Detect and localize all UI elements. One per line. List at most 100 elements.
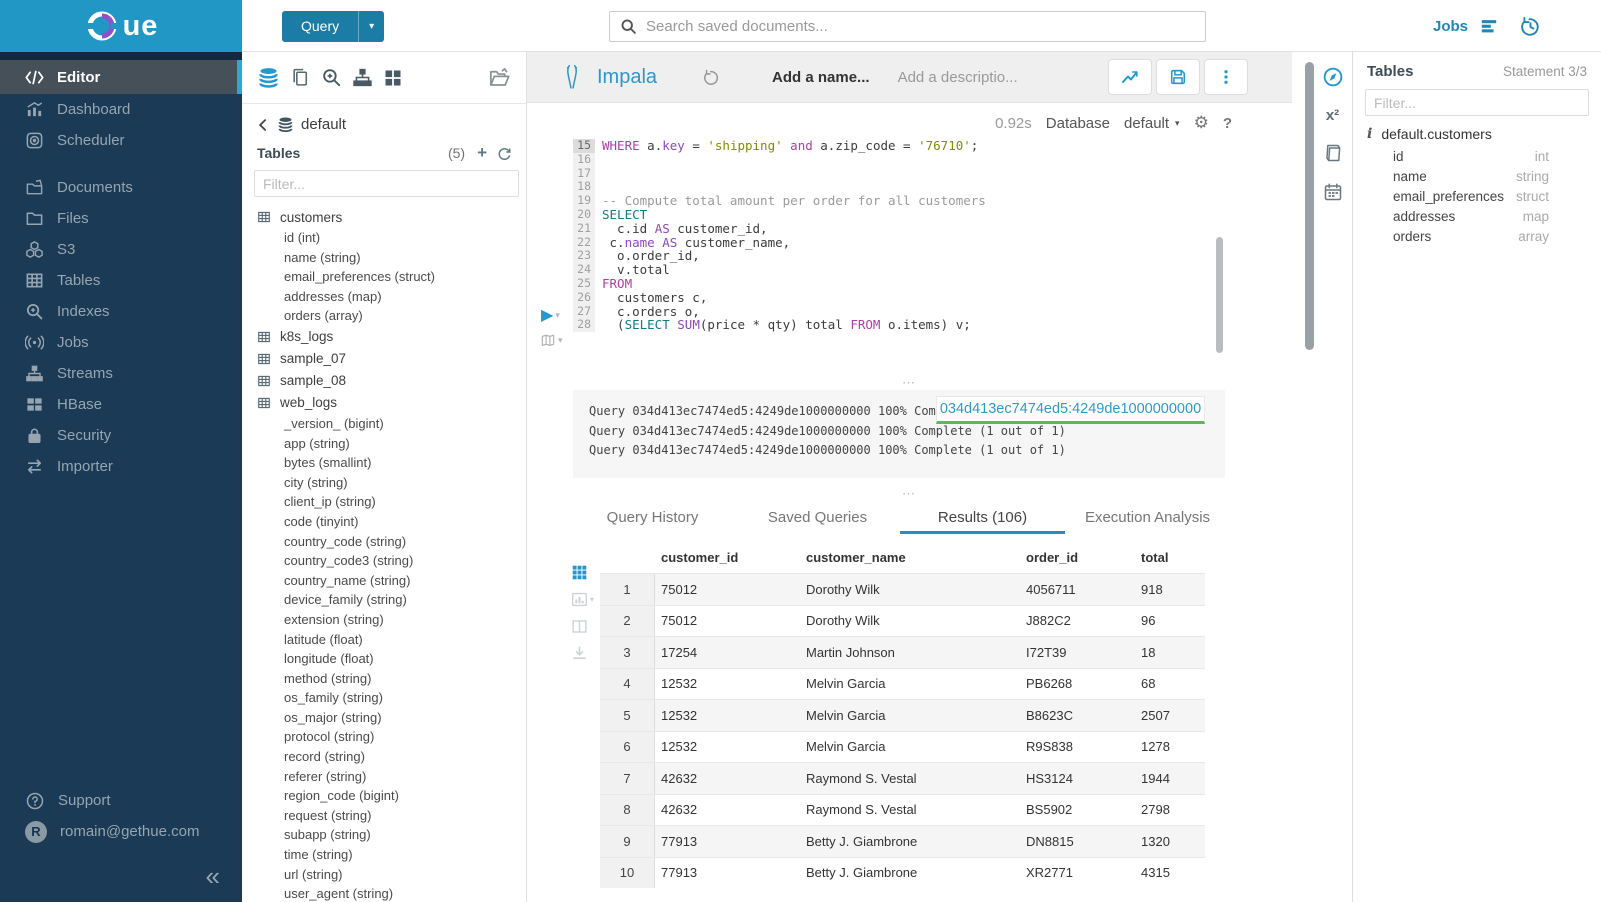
assist-column[interactable]: city (string) bbox=[254, 473, 516, 493]
schedule-icon[interactable] bbox=[1323, 182, 1343, 202]
more-actions-button[interactable] bbox=[1204, 59, 1248, 95]
table-row[interactable]: 1077913Betty J. GiambroneXR27714315 bbox=[600, 857, 1205, 889]
sitemap-icon[interactable] bbox=[352, 67, 373, 88]
language-reference-icon[interactable] bbox=[1323, 143, 1343, 163]
open-folder-icon[interactable] bbox=[488, 66, 511, 89]
nav-item-indexes[interactable]: Indexes bbox=[0, 296, 242, 327]
current-database[interactable]: default bbox=[301, 116, 346, 133]
column-header-customer-id[interactable]: customer_id bbox=[655, 550, 800, 565]
query-dropdown-caret[interactable]: ▾ bbox=[358, 11, 384, 42]
assist-column[interactable]: request (string) bbox=[254, 806, 516, 826]
nav-item-scheduler[interactable]: Scheduler bbox=[0, 125, 242, 156]
editor-scrollbar[interactable] bbox=[1216, 237, 1223, 353]
assist-column[interactable]: os_major (string) bbox=[254, 708, 516, 728]
resize-handle-bottom[interactable]: ⋯ bbox=[527, 486, 1292, 502]
query-history-icon[interactable] bbox=[1520, 16, 1541, 37]
column-header-order-id[interactable]: order_id bbox=[1020, 550, 1135, 565]
assist-column[interactable]: time (string) bbox=[254, 845, 516, 865]
new-query-button[interactable]: Query ▾ bbox=[282, 11, 384, 42]
nav-item-s3[interactable]: S3 bbox=[0, 234, 242, 265]
database-selector[interactable]: default bbox=[1124, 115, 1169, 132]
table-row[interactable]: 742632Raymond S. VestalHS31241944 bbox=[600, 762, 1205, 794]
table-row[interactable]: 612532Melvin GarciaR9S8381278 bbox=[600, 731, 1205, 763]
settings-gear-icon[interactable]: ⚙ bbox=[1194, 113, 1209, 133]
panel-column-id[interactable]: idint bbox=[1365, 146, 1589, 166]
table-row[interactable]: 512532Melvin GarciaB8623C2507 bbox=[600, 699, 1205, 731]
main-scrollbar[interactable] bbox=[1305, 62, 1314, 350]
code-line-25[interactable]: 25FROM bbox=[573, 277, 986, 291]
assist-column[interactable]: email_preferences (struct) bbox=[254, 267, 516, 287]
code-line-18[interactable]: 18 bbox=[573, 180, 986, 194]
download-results-button[interactable] bbox=[571, 645, 594, 662]
assist-column[interactable]: _version_ (bigint) bbox=[254, 414, 516, 434]
chart-type-caret-icon[interactable]: ▾ bbox=[590, 595, 594, 604]
query-id-tooltip[interactable]: 034d413ec7474ed5:4249de1000000000 bbox=[936, 396, 1205, 424]
functions-icon[interactable]: x² bbox=[1326, 107, 1339, 124]
assist-column[interactable]: client_ip (string) bbox=[254, 492, 516, 512]
hue-logo[interactable]: ue bbox=[0, 0, 242, 52]
back-chevron-icon[interactable] bbox=[256, 118, 270, 132]
assist-column[interactable]: app (string) bbox=[254, 434, 516, 454]
table-info-icon[interactable]: i bbox=[1367, 126, 1372, 142]
search-zoom-icon[interactable] bbox=[321, 67, 342, 88]
assist-column[interactable]: bytes (smallint) bbox=[254, 453, 516, 473]
assist-column[interactable]: longitude (float) bbox=[254, 649, 516, 669]
assist-table-sample-08[interactable]: sample_08 bbox=[254, 370, 516, 392]
engine-title[interactable]: Impala bbox=[597, 66, 657, 89]
nav-item-user[interactable]: R romain@gethue.com bbox=[0, 816, 242, 847]
panel-column-name[interactable]: namestring bbox=[1365, 166, 1589, 186]
code-line-20[interactable]: 20SELECT bbox=[573, 208, 986, 222]
assist-column[interactable]: country_name (string) bbox=[254, 571, 516, 591]
nav-item-security[interactable]: Security bbox=[0, 420, 242, 451]
execute-caret-icon[interactable]: ▾ bbox=[555, 310, 560, 321]
assist-column[interactable]: subapp (string) bbox=[254, 825, 516, 845]
assist-table-web-logs[interactable]: web_logs bbox=[254, 392, 516, 414]
query-name-field[interactable]: Add a name... bbox=[772, 69, 870, 86]
assist-column[interactable]: extension (string) bbox=[254, 610, 516, 630]
save-button[interactable] bbox=[1156, 59, 1200, 95]
nav-item-documents[interactable]: Documents bbox=[0, 172, 242, 203]
chart-button[interactable] bbox=[1108, 59, 1152, 95]
nav-item-dashboard[interactable]: Dashboard bbox=[0, 94, 242, 125]
help-question-icon[interactable]: ? bbox=[1223, 115, 1232, 132]
assist-column[interactable]: id (int) bbox=[254, 228, 516, 248]
tab-query-history[interactable]: Query History bbox=[570, 505, 735, 534]
assist-column[interactable]: code (tinyint) bbox=[254, 512, 516, 532]
columns-view-button[interactable] bbox=[571, 618, 594, 635]
code-line-17[interactable]: 17 bbox=[573, 167, 986, 181]
active-table-row[interactable]: i default.customers bbox=[1365, 116, 1589, 146]
code-line-15[interactable]: 15WHERE a.key = 'shipping' and a.zip_cod… bbox=[573, 139, 986, 153]
nav-item-importer[interactable]: Importer bbox=[0, 451, 242, 482]
tab-results-106-[interactable]: Results (106) bbox=[900, 505, 1065, 534]
code-line-23[interactable]: 23 o.order_id, bbox=[573, 249, 986, 263]
assist-column[interactable]: os_family (string) bbox=[254, 688, 516, 708]
assist-column[interactable]: region_code (bigint) bbox=[254, 786, 516, 806]
resize-handle-top[interactable]: ⋯ bbox=[527, 375, 1292, 391]
nav-item-jobs[interactable]: Jobs bbox=[0, 327, 242, 358]
assist-table-customers[interactable]: customers bbox=[254, 206, 516, 228]
column-header-total[interactable]: total bbox=[1135, 550, 1205, 565]
table-row[interactable]: 175012Dorothy Wilk4056711918 bbox=[600, 573, 1205, 605]
apps-grid-icon[interactable] bbox=[383, 68, 403, 88]
presentation-mode-button[interactable]: ▾ bbox=[540, 333, 563, 348]
panel-column-addresses[interactable]: addressesmap bbox=[1365, 207, 1589, 227]
book-caret-icon[interactable]: ▾ bbox=[558, 335, 563, 346]
database-caret-icon[interactable]: ▾ bbox=[1175, 118, 1180, 129]
search-input[interactable] bbox=[646, 18, 1195, 35]
assist-column[interactable]: latitude (float) bbox=[254, 630, 516, 650]
table-row[interactable]: 412532Melvin GarciaPB626868 bbox=[600, 668, 1205, 700]
panel-column-email-preferences[interactable]: email_preferencesstruct bbox=[1365, 186, 1589, 206]
jobs-link[interactable]: Jobs bbox=[1433, 18, 1468, 35]
assist-column[interactable]: protocol (string) bbox=[254, 727, 516, 747]
nav-item-files[interactable]: Files bbox=[0, 203, 242, 234]
query-button-label[interactable]: Query bbox=[282, 11, 358, 42]
chart-view-button[interactable]: ▾ bbox=[571, 591, 594, 608]
assist-column[interactable]: country_code (string) bbox=[254, 532, 516, 552]
tab-saved-queries[interactable]: Saved Queries bbox=[735, 505, 900, 534]
assist-table-k8s-logs[interactable]: k8s_logs bbox=[254, 326, 516, 348]
add-table-icon[interactable]: + bbox=[477, 146, 487, 160]
table-row[interactable]: 842632Raymond S. VestalBS59022798 bbox=[600, 794, 1205, 826]
grid-view-button[interactable] bbox=[571, 564, 594, 581]
refresh-icon[interactable] bbox=[497, 146, 512, 161]
assist-column[interactable]: addresses (map) bbox=[254, 287, 516, 307]
